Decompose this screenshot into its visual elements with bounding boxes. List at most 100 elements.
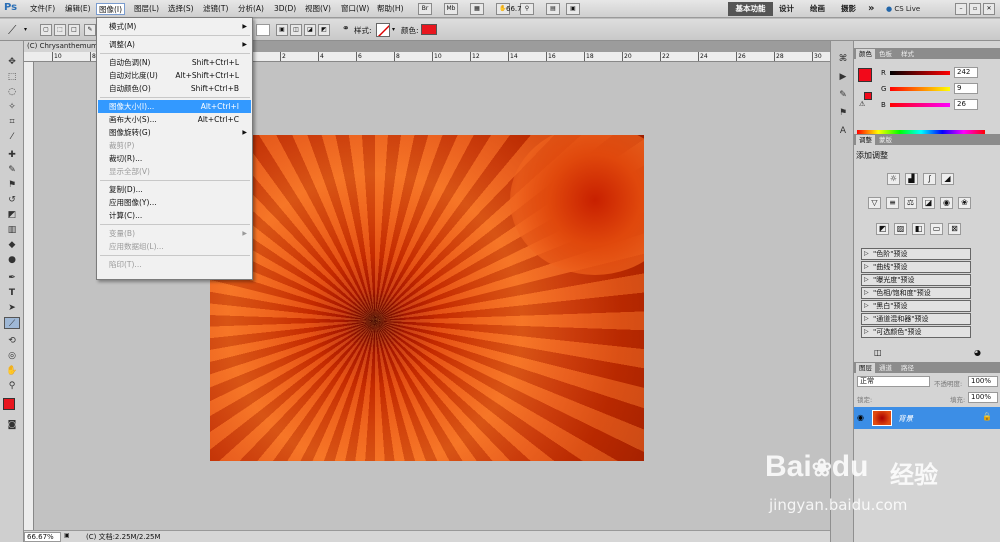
line-tool-active-icon[interactable]: ⟋ [4, 317, 20, 329]
photo-filter-icon[interactable]: ◉ [940, 197, 953, 209]
menu-filter[interactable]: 滤镜(T) [201, 3, 230, 15]
background-color-swatch[interactable] [864, 92, 872, 100]
workspace-basic-button[interactable]: 基本功能 [728, 2, 773, 16]
image-menu-item[interactable]: 自动对比度(U) Alt+Shift+Ctrl+L [98, 69, 251, 82]
black-white-icon[interactable]: ◪ [922, 197, 935, 209]
chrysanthemum-image[interactable] [210, 135, 644, 461]
image-menu-item[interactable]: 图像大小(I)... Alt+Ctrl+I [98, 100, 251, 113]
minimize-icon[interactable]: – [955, 3, 967, 15]
subtract-icon[interactable]: ◫ [290, 24, 302, 36]
pen-icon[interactable]: ✎ [84, 24, 96, 36]
fill-field[interactable]: 100% [968, 392, 998, 403]
image-menu-item[interactable]: 自动色调(N) Shift+Ctrl+L [98, 56, 251, 69]
foreground-color-swatch[interactable] [3, 398, 15, 410]
healing-tool-icon[interactable]: ✚ [4, 149, 20, 161]
character-panel-icon[interactable]: A [835, 125, 851, 137]
intersect-icon[interactable]: ◪ [304, 24, 316, 36]
chevron-down-icon[interactable]: ▾ [392, 26, 395, 33]
menu-edit[interactable]: 编辑(E) [63, 3, 93, 15]
g-value[interactable]: 9 [954, 83, 978, 94]
lasso-tool-icon[interactable]: ◌ [4, 86, 20, 98]
path-select-tool-icon[interactable]: ➤ [4, 302, 20, 314]
preset-hue-saturation[interactable]: "色相/饱和度"预设 [861, 287, 971, 299]
pen-tool-icon[interactable]: ✒ [4, 272, 20, 284]
path-mode-icon[interactable]: ⬚ [54, 24, 66, 36]
zoom-level[interactable]: 66.7 [506, 3, 522, 15]
gradient-map-icon[interactable]: ▭ [930, 223, 943, 235]
zoom-tool-icon[interactable]: ⚲ [4, 380, 20, 392]
clip-icon[interactable]: ◫ [874, 348, 882, 357]
preset-black-white[interactable]: "黑白"预设 [861, 300, 971, 312]
exclude-icon[interactable]: ◩ [318, 24, 330, 36]
brightness-icon[interactable]: ☼ [887, 173, 900, 185]
more-workspaces-button[interactable]: » [868, 3, 874, 14]
b-value[interactable]: 26 [954, 99, 978, 110]
link-icon[interactable]: ⚭ [342, 24, 350, 34]
preset-curves[interactable]: "曲线"预设 [861, 261, 971, 273]
stamp-tool-icon[interactable]: ⚑ [4, 179, 20, 191]
document-tab[interactable]: (C) Chrysanthemum [24, 41, 100, 52]
marquee-tool-icon[interactable]: ⬚ [4, 71, 20, 83]
image-menu-item[interactable]: 裁切(R)... [98, 152, 251, 165]
zoom-tool-icon[interactable]: ⚲ [520, 3, 534, 15]
image-menu-item[interactable]: 图像旋转(G) ▶ [98, 126, 251, 139]
hue-sat-icon[interactable]: ≡ [886, 197, 899, 209]
extras-icon[interactable]: ▦ [470, 3, 484, 15]
move-tool-icon[interactable]: ✥ [4, 56, 20, 68]
workspace-photo[interactable]: 摄影 [841, 3, 856, 15]
blur-tool-icon[interactable]: ◆ [4, 239, 20, 251]
zoom-status-field[interactable]: 66.67% [24, 532, 61, 542]
weight-field[interactable] [256, 24, 270, 36]
menu-image[interactable]: 图像(I) [96, 3, 126, 15]
type-tool-icon[interactable]: T [4, 287, 20, 299]
r-value[interactable]: 242 [954, 67, 978, 78]
shape-layer-icon[interactable]: ▢ [40, 24, 52, 36]
layer-row-background[interactable]: ◉ 背景 🔒 [854, 407, 1000, 429]
workspace-design[interactable]: 设计 [779, 3, 794, 15]
image-menu-item[interactable]: 调整(A) ▶ [98, 38, 251, 51]
actions-panel-icon[interactable]: ▶ [835, 71, 851, 83]
menu-file[interactable]: 文件(F) [28, 3, 57, 15]
restore-icon[interactable]: ▫ [969, 3, 981, 15]
image-menu-item[interactable]: 模式(M) ▶ [98, 20, 251, 33]
workspace-paint[interactable]: 绘画 [810, 3, 825, 15]
menu-select[interactable]: 选择(S) [166, 3, 196, 15]
bridge-icon[interactable]: Br [418, 3, 432, 15]
selective-color-icon[interactable]: ⊠ [948, 223, 961, 235]
image-menu-item[interactable]: 应用图像(Y)... [98, 196, 251, 209]
posterize-icon[interactable]: ▨ [894, 223, 907, 235]
line-tool-icon[interactable]: ⟋ [8, 23, 16, 38]
preset-channel-mixer[interactable]: "通道混和器"预设 [861, 313, 971, 325]
minibridge-icon[interactable]: Mb [444, 3, 458, 15]
brush-tool-icon[interactable]: ✎ [4, 164, 20, 176]
menu-window[interactable]: 窗口(W) [339, 3, 371, 15]
fill-pixels-icon[interactable]: □ [68, 24, 80, 36]
menu-help[interactable]: 帮助(H) [375, 3, 406, 15]
menu-3d[interactable]: 3D(D) [272, 3, 298, 15]
chevron-down-icon[interactable]: ▾ [24, 26, 27, 33]
preset-levels[interactable]: "色阶"预设 [861, 248, 971, 260]
quick-mask-icon[interactable]: ◙ [4, 419, 20, 431]
eye-icon[interactable]: ◉ [857, 413, 864, 422]
invert-icon[interactable]: ◩ [876, 223, 889, 235]
opacity-field[interactable]: 100% [968, 376, 998, 387]
image-menu-item[interactable]: 画布大小(S)... Alt+Ctrl+C [98, 113, 251, 126]
history-panel-icon[interactable]: ⌘ [835, 53, 851, 65]
curves-icon[interactable]: ∫ [923, 173, 936, 185]
g-slider[interactable] [890, 87, 950, 91]
exposure-icon[interactable]: ◢ [941, 173, 954, 185]
dodge-tool-icon[interactable]: ● [4, 254, 20, 266]
vibrance-icon[interactable]: ▽ [868, 197, 881, 209]
combine-icon[interactable]: ▣ [276, 24, 288, 36]
menu-analysis[interactable]: 分析(A) [236, 3, 266, 15]
gradient-tool-icon[interactable]: ▥ [4, 224, 20, 236]
close-icon[interactable]: ✕ [983, 3, 995, 15]
preset-exposure[interactable]: "曝光度"预设 [861, 274, 971, 286]
menu-view[interactable]: 视图(V) [303, 3, 333, 15]
r-slider[interactable] [890, 71, 950, 75]
screen-mode-icon[interactable]: ▣ [566, 3, 580, 15]
quick-select-tool-icon[interactable]: ✧ [4, 101, 20, 113]
cs-live-button[interactable]: ● CS Live [886, 3, 920, 15]
arrange-icon[interactable]: ▤ [546, 3, 560, 15]
preset-selective-color[interactable]: "可选颜色"预设 [861, 326, 971, 338]
